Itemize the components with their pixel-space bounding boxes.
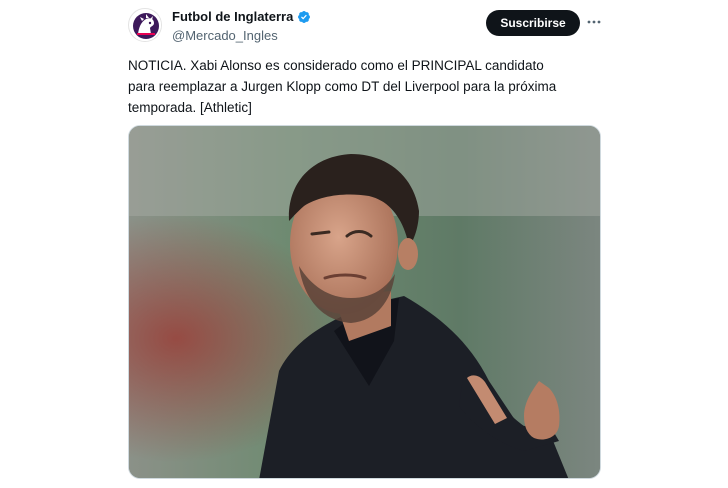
avatar[interactable] (128, 8, 162, 42)
premier-league-lion-icon (130, 10, 161, 41)
tweet-text-line: para reemplazar a Jurgen Klopp como DT d… (128, 79, 557, 94)
tweet: Futbol de Inglaterra @Mercado_Ingles Sus… (0, 0, 728, 488)
user-handle[interactable]: @Mercado_Ingles (172, 28, 278, 43)
tweet-text-line: NOTICIA. Xabi Alonso es considerado como… (128, 58, 544, 73)
tweet-photo[interactable] (128, 125, 601, 479)
display-name-text: Futbol de Inglaterra (172, 9, 294, 24)
man-pointing-photo (129, 126, 600, 478)
tweet-text: NOTICIA. Xabi Alonso es considerado como… (128, 55, 608, 118)
more-options-icon[interactable] (584, 12, 604, 32)
verified-badge-icon (297, 10, 311, 24)
tweet-text-line: temporada. [Athletic] (128, 100, 252, 115)
subscribe-button[interactable]: Suscribirse (486, 10, 580, 36)
display-name[interactable]: Futbol de Inglaterra (172, 9, 311, 24)
